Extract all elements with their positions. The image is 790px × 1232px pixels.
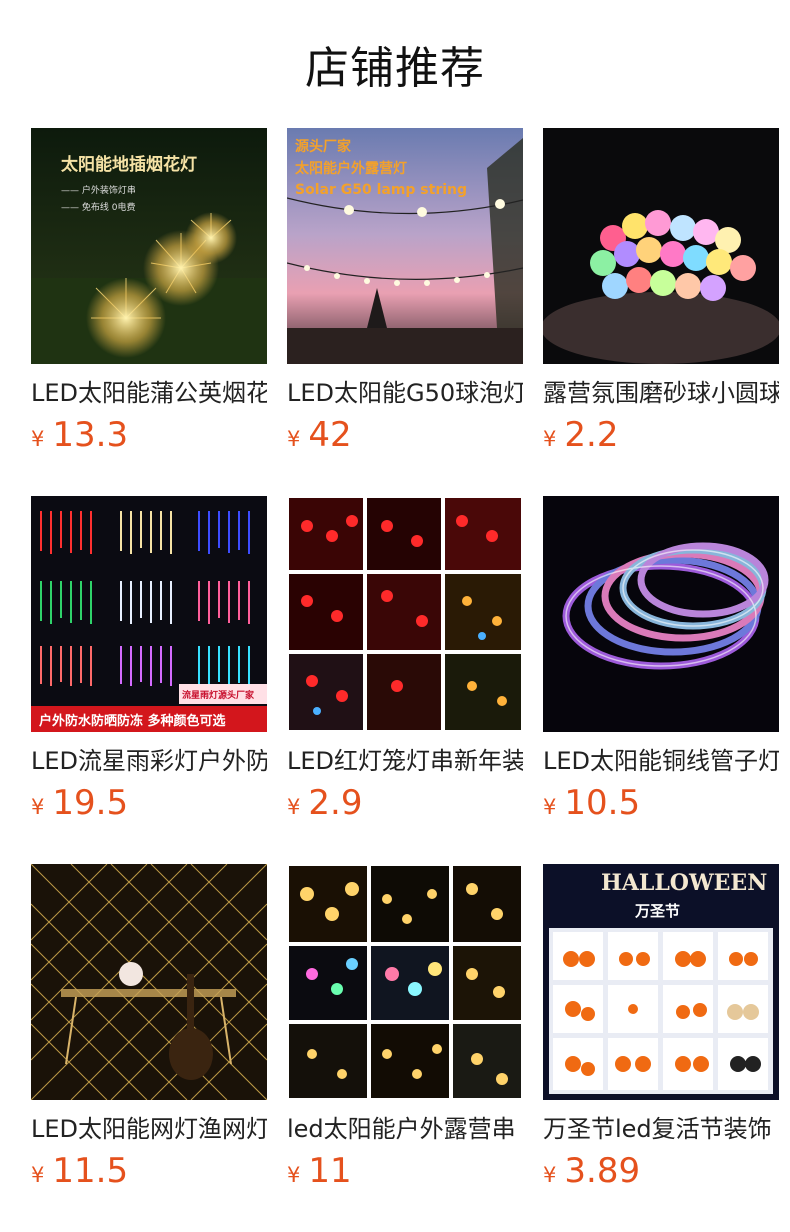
currency-symbol: ¥ [287,795,301,819]
product-title[interactable]: 露营氛围磨砂球小圆球 [543,377,779,409]
currency-symbol: ¥ [31,427,45,451]
image-caption: —— 户外装饰灯串 [61,186,136,196]
currency-symbol: ¥ [543,1163,557,1187]
section-header: 店铺推荐 [0,0,790,128]
currency-symbol: ¥ [31,1163,45,1187]
section-title: 店铺推荐 [305,43,485,94]
price-value: 19.5 [52,783,129,823]
image-caption: 源头厂家 [295,139,351,155]
product-grid: 太阳能地插烟花灯 —— 户外装饰灯串 —— 免布线 0电费 LED太阳能蒲公英烟… [0,128,790,1232]
image-headline: 太阳能地插烟花灯 [61,155,197,175]
currency-symbol: ¥ [543,795,557,819]
product-image[interactable] [287,496,523,732]
price-value: 13.3 [52,415,129,455]
price-value: 2.9 [308,783,363,823]
product-price: ¥2.2 [543,413,779,457]
image-tag: 流星雨灯源头厂家 [182,691,255,701]
product-card[interactable]: LED红灯笼灯串新年装 ¥2.9 [287,496,523,864]
product-title[interactable]: 万圣节led复活节装饰 [543,1113,779,1145]
image-caption: 太阳能户外露营灯 [295,161,407,177]
product-card[interactable]: HALLOWEEN 万圣节 万圣节led复活节装饰 ¥3.89 [543,864,779,1232]
price-value: 11.5 [52,1151,129,1191]
product-card[interactable]: led太阳能户外露营串 ¥11 [287,864,523,1232]
product-title[interactable]: LED太阳能铜线管子灯 [543,745,779,777]
product-image[interactable] [543,496,779,732]
product-title[interactable]: LED太阳能蒲公英烟花 [31,377,267,409]
product-price: ¥2.9 [287,781,523,825]
product-card[interactable]: 露营氛围磨砂球小圆球 ¥2.2 [543,128,779,496]
product-title[interactable]: LED太阳能网灯渔网灯 [31,1113,267,1145]
product-card[interactable]: 流星雨灯源头厂家 户外防水防晒防冻 多种颜色可选 LED流星雨彩灯户外防 ¥19… [31,496,267,864]
price-value: 3.89 [564,1151,641,1191]
image-banner: 户外防水防晒防冻 多种颜色可选 [39,714,226,729]
product-price: ¥19.5 [31,781,267,825]
image-caption: 万圣节 [635,902,681,920]
product-price: ¥3.89 [543,1149,779,1193]
product-card[interactable]: LED太阳能铜线管子灯 ¥10.5 [543,496,779,864]
product-image[interactable] [543,128,779,364]
price-value: 2.2 [564,415,619,455]
product-image[interactable] [287,864,523,1100]
currency-symbol: ¥ [543,427,557,451]
product-price: ¥13.3 [31,413,267,457]
product-card[interactable]: 源头厂家 太阳能户外露营灯 Solar G50 lamp string LED太… [287,128,523,496]
product-image[interactable]: HALLOWEEN 万圣节 [543,864,779,1100]
product-title[interactable]: LED太阳能G50球泡灯 [287,377,523,409]
product-price: ¥42 [287,413,523,457]
product-card[interactable]: 太阳能地插烟花灯 —— 户外装饰灯串 —— 免布线 0电费 LED太阳能蒲公英烟… [31,128,267,496]
product-title[interactable]: led太阳能户外露营串 [287,1113,523,1145]
product-price: ¥11.5 [31,1149,267,1193]
product-title[interactable]: LED流星雨彩灯户外防 [31,745,267,777]
product-price: ¥10.5 [543,781,779,825]
currency-symbol: ¥ [31,795,45,819]
price-value: 42 [308,415,352,455]
product-image[interactable]: 源头厂家 太阳能户外露营灯 Solar G50 lamp string [287,128,523,364]
product-title[interactable]: LED红灯笼灯串新年装 [287,745,523,777]
image-headline: HALLOWEEN [601,870,768,896]
image-caption: Solar G50 lamp string [295,182,468,198]
product-image[interactable] [31,864,267,1100]
product-image[interactable]: 流星雨灯源头厂家 户外防水防晒防冻 多种颜色可选 [31,496,267,732]
product-card[interactable]: LED太阳能网灯渔网灯 ¥11.5 [31,864,267,1232]
product-image[interactable]: 太阳能地插烟花灯 —— 户外装饰灯串 —— 免布线 0电费 [31,128,267,364]
image-caption: —— 免布线 0电费 [61,203,136,213]
currency-symbol: ¥ [287,1163,301,1187]
price-value: 11 [308,1151,352,1191]
product-price: ¥11 [287,1149,523,1193]
price-value: 10.5 [564,783,641,823]
currency-symbol: ¥ [287,427,301,451]
